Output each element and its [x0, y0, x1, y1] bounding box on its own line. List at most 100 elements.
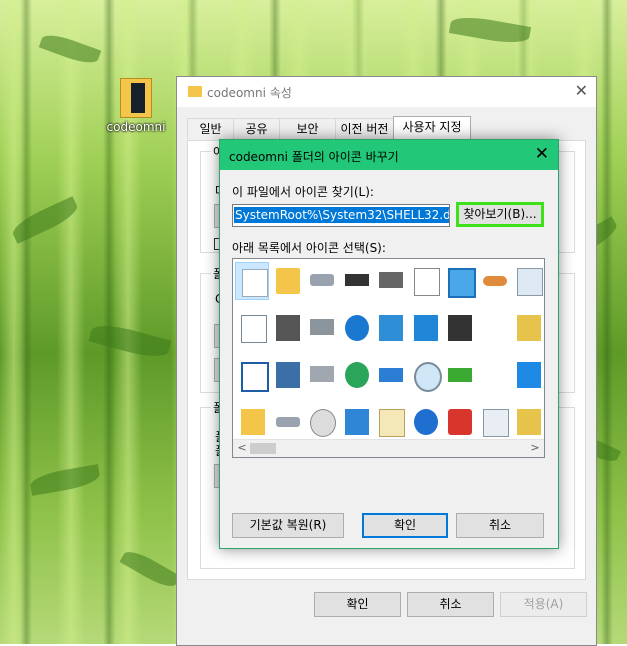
- icon-choice[interactable]: [442, 356, 476, 394]
- icon-choice[interactable]: [442, 403, 476, 441]
- green-arrow-drive-icon: [448, 368, 472, 382]
- browse-button[interactable]: 찾아보기(B)...: [456, 202, 544, 227]
- icon-choice[interactable]: [235, 356, 269, 394]
- icon-choice[interactable]: [270, 356, 304, 394]
- dialog-title: codeomni 폴더의 아이콘 바꾸기: [229, 150, 399, 164]
- properties-title: codeomni 속성: [207, 86, 292, 100]
- drive-icon: [275, 417, 300, 427]
- icon-choice[interactable]: [304, 403, 338, 441]
- network-drive-icon: [310, 319, 334, 335]
- keypad-icon: [379, 409, 405, 437]
- folder-icon: [120, 78, 152, 118]
- icon-choice[interactable]: [270, 309, 304, 347]
- desktop-icon-label: codeomni: [106, 120, 166, 134]
- icon-choice[interactable]: [373, 356, 407, 394]
- icon-choice[interactable]: [477, 262, 511, 300]
- app-window-icon: [241, 362, 269, 392]
- hand-share-icon: [482, 276, 507, 286]
- tab-customize[interactable]: 사용자 지정: [393, 116, 471, 140]
- recycle-bin-full-icon: [517, 268, 543, 296]
- computer-icon: [344, 409, 369, 435]
- icon-choice[interactable]: [511, 309, 544, 347]
- cd-drive-icon: [310, 409, 336, 437]
- desktop-folder-shortcut[interactable]: codeomni: [104, 78, 168, 134]
- icon-choice[interactable]: [235, 403, 269, 441]
- icon-choice[interactable]: [373, 403, 407, 441]
- folder-icon: [188, 86, 202, 97]
- blue-panel-icon: [517, 362, 541, 388]
- network-globe-icon: [379, 315, 403, 341]
- icon-choice[interactable]: [270, 262, 304, 300]
- icon-choice[interactable]: [408, 356, 442, 394]
- icon-choice[interactable]: [339, 309, 373, 347]
- icon-choice[interactable]: [408, 403, 442, 441]
- disconnected-drive-icon: [310, 366, 334, 382]
- internet-explorer-icon: [344, 315, 369, 341]
- icon-choice[interactable]: [235, 309, 269, 347]
- memory-chip-icon: [344, 274, 369, 286]
- dialog-title-bar: codeomni 폴더의 아이콘 바꾸기 ✕: [220, 140, 558, 170]
- dialog-ok-button[interactable]: 확인: [362, 513, 448, 538]
- tab-security[interactable]: 보안: [279, 118, 336, 139]
- icon-list-label: 아래 목록에서 아이콘 선택(S):: [232, 241, 386, 255]
- tab-sharing[interactable]: 공유: [233, 118, 280, 139]
- globe-cursor-icon: [344, 362, 369, 388]
- folder-tools-icon: [517, 409, 541, 435]
- file-label: 이 파일에서 아이콘 찾기(L):: [232, 185, 374, 199]
- server-printer-icon: [275, 315, 300, 341]
- recycle-bin-empty-icon: [482, 409, 509, 437]
- folder-lock-icon: [517, 315, 541, 341]
- folder-icon: [275, 268, 300, 294]
- tab-previous-versions[interactable]: 이전 버전: [335, 118, 394, 139]
- apply-button[interactable]: 적용(A): [500, 592, 587, 617]
- icon-choice[interactable]: [477, 403, 511, 441]
- icon-choice[interactable]: [304, 262, 338, 300]
- change-icon-dialog: codeomni 폴더의 아이콘 바꾸기 ✕ 이 파일에서 아이콘 찾기(L):…: [219, 139, 559, 549]
- icon-choice[interactable]: [511, 403, 544, 441]
- scroll-right-icon[interactable]: >: [528, 441, 542, 454]
- monitor-settings-icon: [413, 315, 438, 341]
- icon-file-path-value: SystemRoot%\System32\SHELL32.dll: [234, 207, 449, 223]
- icon-choice[interactable]: [339, 262, 373, 300]
- icon-choice[interactable]: [235, 262, 269, 300]
- icon-file-path-input[interactable]: SystemRoot%\System32\SHELL32.dll: [232, 204, 450, 227]
- icon-list[interactable]: < >: [232, 258, 545, 458]
- dialog-cancel-button[interactable]: 취소: [456, 513, 544, 538]
- icon-choice[interactable]: [408, 262, 442, 300]
- icon-choice[interactable]: [270, 403, 304, 441]
- scroll-thumb[interactable]: [250, 443, 276, 454]
- icon-choice[interactable]: [339, 356, 373, 394]
- cancel-button[interactable]: 취소: [407, 592, 494, 617]
- scroll-left-icon[interactable]: <: [235, 441, 249, 454]
- floppy-disk-icon: [275, 362, 300, 388]
- window-frame-icon: [448, 268, 476, 298]
- camera-shortcut-icon: [448, 315, 472, 341]
- horizontal-scrollbar[interactable]: < >: [233, 439, 544, 457]
- magnifier-icon: [413, 362, 442, 392]
- tab-general[interactable]: 일반: [187, 118, 234, 139]
- close-icon[interactable]: ✕: [535, 144, 549, 164]
- close-icon[interactable]: ✕: [575, 81, 588, 100]
- icon-choice[interactable]: [442, 262, 476, 300]
- icon-choice[interactable]: [442, 309, 476, 347]
- hard-drive-icon: [310, 274, 334, 286]
- icon-choice[interactable]: [511, 262, 544, 300]
- help-icon: [413, 409, 438, 435]
- text-document-icon: [241, 315, 267, 343]
- network-connection-icon: [379, 368, 403, 382]
- icon-choice[interactable]: [511, 356, 544, 394]
- ok-button[interactable]: 확인: [314, 592, 401, 617]
- icon-choice[interactable]: [373, 309, 407, 347]
- icon-choice[interactable]: [408, 309, 442, 347]
- icon-choice[interactable]: [304, 356, 338, 394]
- icon-choice[interactable]: [339, 403, 373, 441]
- power-icon: [448, 409, 472, 435]
- restore-default-button[interactable]: 기본값 복원(R): [232, 513, 344, 538]
- printer-icon: [379, 272, 403, 288]
- document-clock-icon: [413, 268, 440, 296]
- icon-choice[interactable]: [373, 262, 407, 300]
- properties-title-bar: codeomni 속성 ✕: [177, 77, 596, 107]
- icon-choice[interactable]: [304, 309, 338, 347]
- blank-document-icon: [242, 269, 268, 297]
- folder-small-icon: [241, 409, 265, 435]
